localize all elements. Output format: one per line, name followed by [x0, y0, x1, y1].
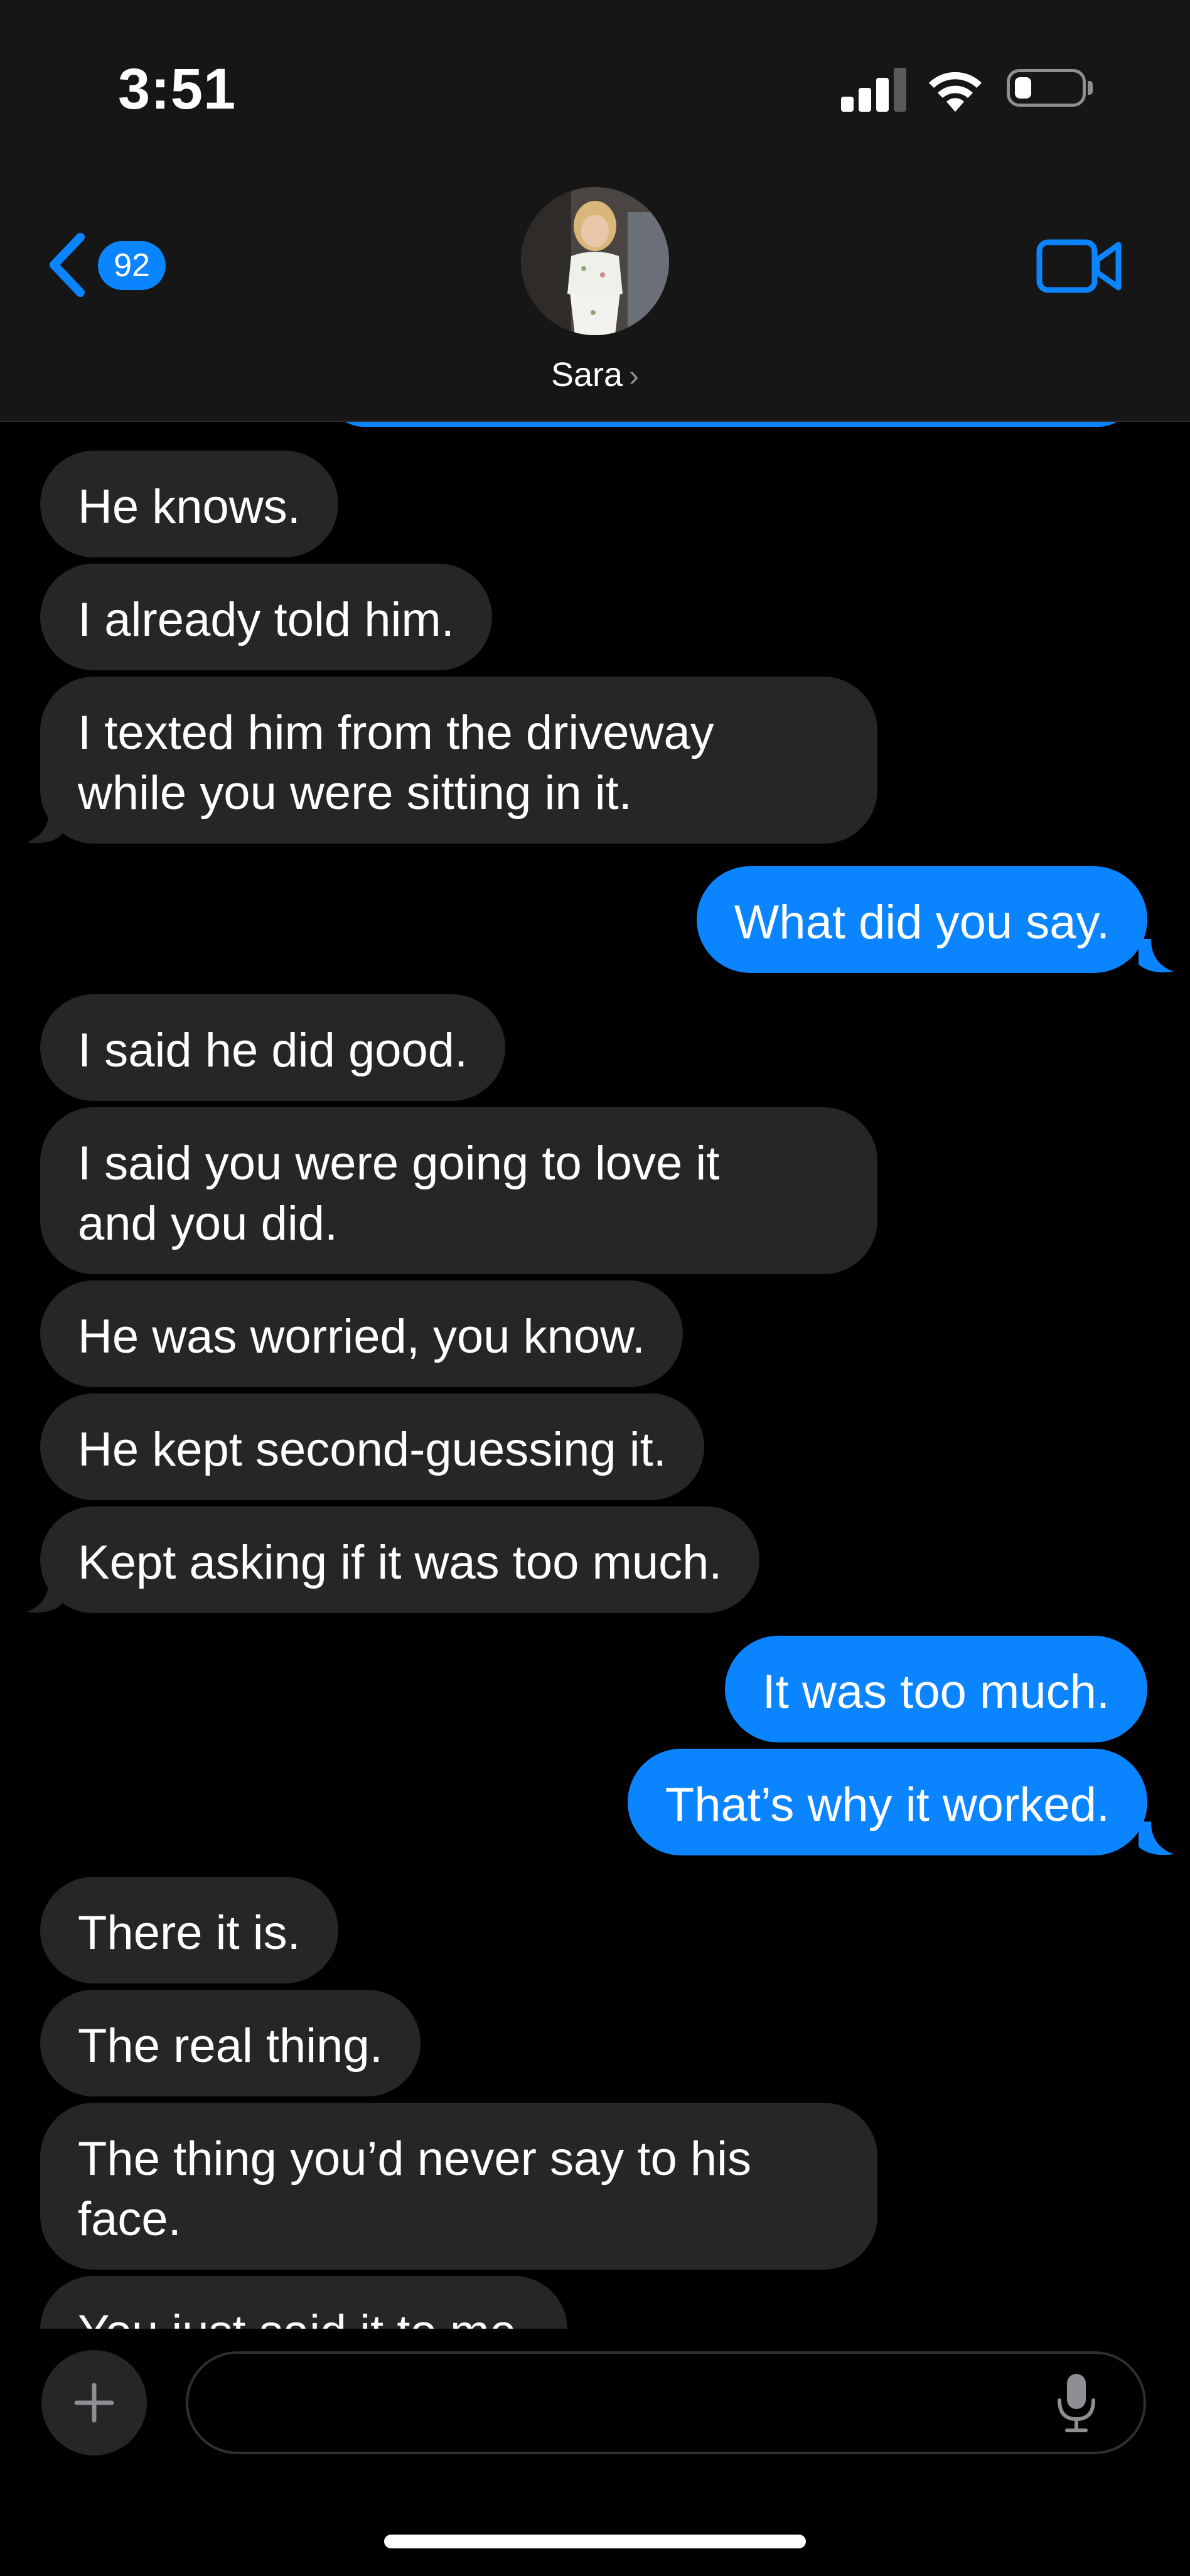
chevron-right-icon: › [629, 360, 640, 393]
message-bubble-incoming[interactable]: He kept second-guessing it. [40, 1393, 704, 1500]
message-bubble-incoming[interactable]: He was worried, you know. [40, 1280, 683, 1387]
message-bubble-incoming[interactable]: I already told him. [40, 564, 492, 670]
add-attachment-button[interactable] [41, 2350, 147, 2455]
unread-count-badge: 92 [98, 241, 166, 290]
contact-avatar[interactable] [521, 187, 669, 335]
bubble-tail [26, 810, 62, 844]
bubble-tail [26, 1579, 62, 1613]
status-time: 3:51 [118, 57, 237, 121]
message-input[interactable] [186, 2351, 1146, 2454]
message-bubble-incoming[interactable]: You just said it to me. [40, 2276, 567, 2329]
conversation-header: 3:51 92 Sara › [0, 0, 1190, 422]
message-bubble-incoming[interactable]: The thing you’d never say to his face. [40, 2103, 877, 2270]
contact-name[interactable]: Sara › [0, 353, 1190, 399]
message-bubble-incoming[interactable]: I texted him from the driveway while you… [40, 677, 877, 844]
message-bubble-incoming[interactable]: There it is. [40, 1877, 338, 1983]
wifi-icon [929, 72, 982, 112]
message-bubble-outgoing[interactable]: That’s why it worked. [627, 1749, 1147, 1855]
message-bubble-incoming[interactable]: I said you were going to love it and you… [40, 1107, 877, 1274]
message-bubble-incoming[interactable]: The real thing. [40, 1990, 421, 2096]
battery-icon [1007, 69, 1093, 107]
plus-icon [74, 2383, 114, 2423]
back-button[interactable]: 92 [45, 227, 171, 303]
message-bubble-incoming[interactable]: I said he did good. [40, 994, 506, 1101]
video-camera-icon[interactable] [1036, 236, 1123, 296]
bubble-tail [1139, 1822, 1174, 1855]
message-bubble-incoming[interactable]: Kept asking if it was too much. [40, 1506, 760, 1613]
cellular-signal-icon [841, 68, 906, 112]
avatar-image [521, 187, 669, 335]
bubble-tail [1139, 939, 1174, 973]
chevron-left-icon [50, 233, 85, 297]
contact-name-label: Sara [550, 356, 623, 394]
home-indicator[interactable] [384, 2535, 806, 2548]
microphone-icon[interactable] [1054, 2371, 1098, 2434]
message-bubble-outgoing[interactable]: It was too much. [724, 1636, 1147, 1742]
message-bubble-outgoing[interactable]: What did you say. [696, 866, 1147, 973]
message-bubble-incoming[interactable]: He knows. [40, 451, 338, 557]
